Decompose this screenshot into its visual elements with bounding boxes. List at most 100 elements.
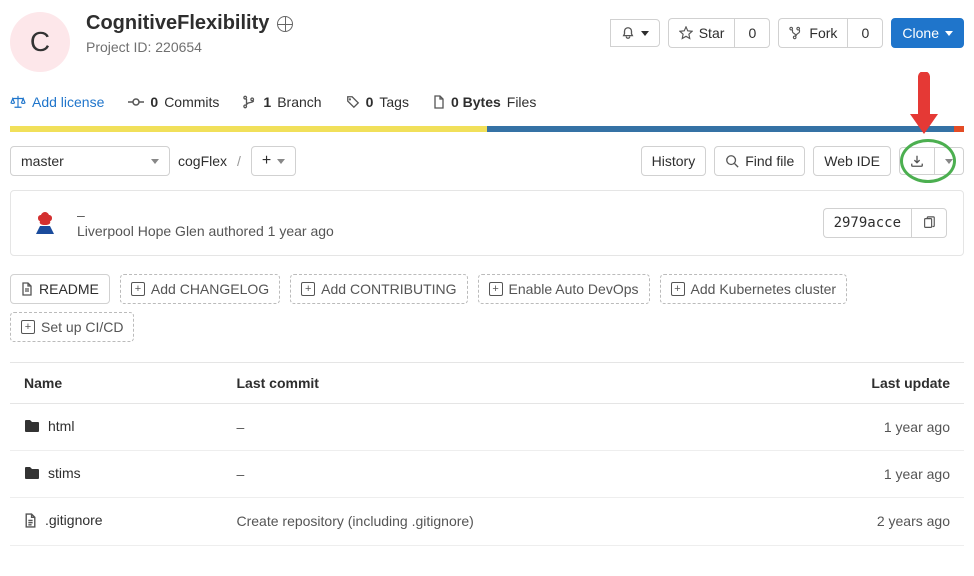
fork-label: Fork <box>809 25 837 41</box>
suggestion-row: README + Add CHANGELOG + Add CONTRIBUTIN… <box>10 256 964 312</box>
commit-meta: Liverpool Hope Glen authored 1 year ago <box>77 223 809 239</box>
project-avatar: C <box>10 12 70 72</box>
clone-button[interactable]: Clone <box>891 18 964 48</box>
history-button[interactable]: History <box>641 146 707 176</box>
notification-dropdown[interactable] <box>610 19 660 47</box>
col-commit[interactable]: Last commit <box>223 363 752 404</box>
copy-icon <box>922 216 936 230</box>
table-row[interactable]: stims – 1 year ago <box>10 451 964 498</box>
project-header: C CognitiveFlexibility Project ID: 22065… <box>10 0 964 84</box>
kubernetes-label: Add Kubernetes cluster <box>691 281 837 297</box>
star-count[interactable]: 0 <box>734 18 770 48</box>
project-id: Project ID: 220654 <box>86 39 610 55</box>
folder-icon <box>24 466 40 480</box>
project-name: CognitiveFlexibility <box>86 12 269 35</box>
tree-header: master cogFlex / + History Find file Web… <box>10 132 964 190</box>
row-commit: – <box>223 404 752 451</box>
find-file-button[interactable]: Find file <box>714 146 805 176</box>
row-commit: Create repository (including .gitignore) <box>223 498 752 546</box>
tags-count: 0 <box>366 94 374 110</box>
history-label: History <box>652 153 696 169</box>
plus-square-icon: + <box>489 282 503 296</box>
chevron-down-icon <box>641 31 649 36</box>
download-dropdown[interactable] <box>934 147 964 175</box>
download-button[interactable] <box>899 147 934 175</box>
col-name[interactable]: Name <box>10 363 223 404</box>
bytes-label: Files <box>507 94 537 110</box>
branch-selector[interactable]: master <box>10 146 170 176</box>
chevron-down-icon <box>277 159 285 164</box>
add-license-label: Add license <box>32 94 104 110</box>
setup-cicd-button[interactable]: + Set up CI/CD <box>10 312 134 342</box>
search-icon <box>725 154 739 168</box>
breadcrumb-separator: / <box>237 153 241 169</box>
commits-label: Commits <box>164 94 219 110</box>
plus-square-icon: + <box>671 282 685 296</box>
commit-author-avatar <box>27 205 63 241</box>
project-stats: Add license 0 Commits 1 Branch 0 Tags <box>10 84 964 126</box>
add-license-link[interactable]: Add license <box>10 94 104 110</box>
row-commit: – <box>223 451 752 498</box>
col-update[interactable]: Last update <box>752 363 965 404</box>
plus-icon: + <box>262 153 271 169</box>
add-kubernetes-button[interactable]: + Add Kubernetes cluster <box>660 274 848 304</box>
clone-label: Clone <box>902 25 939 41</box>
star-button[interactable]: Star <box>668 18 735 48</box>
web-ide-button[interactable]: Web IDE <box>813 146 891 176</box>
web-ide-label: Web IDE <box>824 153 880 169</box>
add-file-button[interactable]: + <box>251 146 296 176</box>
commits-link[interactable]: 0 Commits <box>128 94 219 110</box>
breadcrumb: cogFlex / + <box>178 146 296 176</box>
plus-square-icon: + <box>21 320 35 334</box>
readme-label: README <box>39 281 99 297</box>
bell-icon <box>621 26 635 40</box>
file-icon <box>21 282 33 296</box>
changelog-label: Add CHANGELOG <box>151 281 269 297</box>
file-name-text: stims <box>48 465 81 481</box>
file-name-text: .gitignore <box>45 512 103 528</box>
fork-button[interactable]: Fork <box>778 18 847 48</box>
cicd-label: Set up CI/CD <box>41 319 123 335</box>
add-contributing-button[interactable]: + Add CONTRIBUTING <box>290 274 467 304</box>
branch-name: master <box>21 153 64 169</box>
branch-label: Branch <box>277 94 321 110</box>
branch-icon <box>243 95 257 109</box>
plus-square-icon: + <box>131 282 145 296</box>
tags-link[interactable]: 0 Tags <box>346 94 409 110</box>
commit-icon <box>128 97 144 107</box>
chevron-down-icon <box>945 31 953 36</box>
row-update: 1 year ago <box>752 404 965 451</box>
breadcrumb-root[interactable]: cogFlex <box>178 153 227 169</box>
chevron-down-icon <box>945 159 953 164</box>
fork-count[interactable]: 0 <box>847 18 883 48</box>
file-icon <box>24 513 37 528</box>
globe-icon <box>277 16 293 32</box>
table-row[interactable]: .gitignore Create repository (including … <box>10 498 964 546</box>
autodevops-label: Enable Auto DevOps <box>509 281 639 297</box>
enable-autodevops-button[interactable]: + Enable Auto DevOps <box>478 274 650 304</box>
annotation-arrow-icon <box>904 72 944 142</box>
chevron-down-icon <box>151 159 159 164</box>
table-row[interactable]: html – 1 year ago <box>10 404 964 451</box>
tag-icon <box>346 95 360 109</box>
fork-icon <box>789 26 803 40</box>
row-update: 1 year ago <box>752 451 965 498</box>
row-update: 2 years ago <box>752 498 965 546</box>
branch-count: 1 <box>263 94 271 110</box>
star-icon <box>679 26 693 40</box>
commit-sha[interactable]: 2979acce <box>823 208 911 238</box>
folder-icon <box>24 419 40 433</box>
commit-title[interactable]: – <box>77 207 809 223</box>
contributing-label: Add CONTRIBUTING <box>321 281 456 297</box>
readme-button[interactable]: README <box>10 274 110 304</box>
download-icon <box>910 154 924 168</box>
copy-sha-button[interactable] <box>911 208 947 238</box>
tags-label: Tags <box>379 94 409 110</box>
last-commit-box: – Liverpool Hope Glen authored 1 year ag… <box>10 190 964 256</box>
header-actions: Star 0 Fork 0 Clone <box>610 18 964 48</box>
branch-link[interactable]: 1 Branch <box>243 94 321 110</box>
file-name-text: html <box>48 418 74 434</box>
files-link[interactable]: 0 Bytes Files <box>433 94 536 110</box>
file-icon <box>433 95 445 109</box>
add-changelog-button[interactable]: + Add CHANGELOG <box>120 274 280 304</box>
